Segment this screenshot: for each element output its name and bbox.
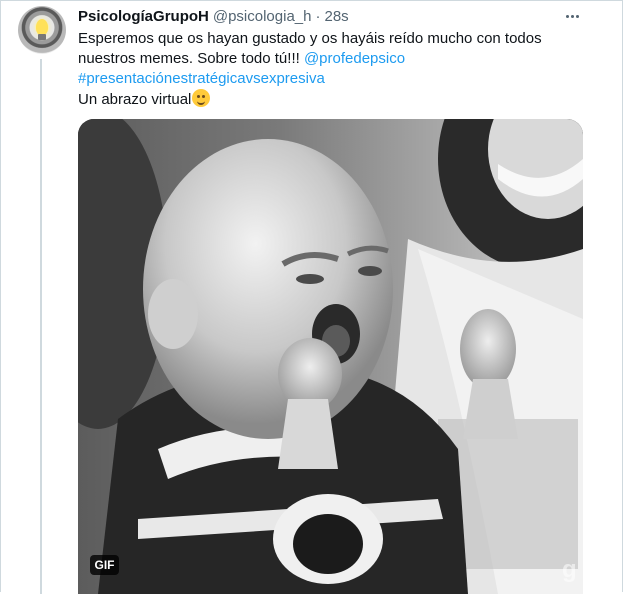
gif-badge: GIF bbox=[90, 555, 119, 575]
tweet-text-fragment: Un abrazo virtual bbox=[78, 91, 192, 108]
tweet-timestamp[interactable]: 28s bbox=[324, 8, 348, 25]
media-watermark: g bbox=[562, 556, 577, 583]
lightbulb-icon bbox=[36, 19, 48, 35]
hashtag-link[interactable]: #presentaciónestratégicavsexpresiva bbox=[78, 70, 325, 87]
gif-media[interactable]: GIF g bbox=[78, 119, 583, 594]
more-dot bbox=[570, 14, 574, 18]
mention-link[interactable]: @profedepsico bbox=[304, 50, 405, 67]
thread-line bbox=[40, 59, 42, 594]
tweet-text-line: Un abrazo virtual bbox=[78, 89, 578, 110]
tweet-text-fragment: nuestros memes. Sobre todo tú!!! bbox=[78, 50, 304, 67]
lightbulb-base bbox=[38, 34, 46, 40]
tweet-text-line: nuestros memes. Sobre todo tú!!! @profed… bbox=[78, 49, 578, 69]
tweet-text-line: Esperemos que os hayan gustado y os hayá… bbox=[78, 30, 542, 47]
more-dots-icon bbox=[565, 14, 569, 18]
tweet-card[interactable]: PsicologíaGrupoH @psicologia_h · 28s Esp… bbox=[0, 0, 623, 594]
more-dot bbox=[575, 14, 579, 18]
gif-frame-image bbox=[78, 119, 583, 594]
tweet-text: Esperemos que os hayan gustado y os hayá… bbox=[78, 29, 578, 110]
tweet-text-line: #presentaciónestratégicavsexpresiva bbox=[78, 69, 578, 89]
author-handle[interactable]: @psicologia_h bbox=[213, 8, 312, 25]
author-name[interactable]: PsicologíaGrupoH bbox=[78, 8, 209, 25]
more-options-button[interactable] bbox=[561, 6, 583, 26]
tweet-header: PsicologíaGrupoH @psicologia_h · 28s bbox=[78, 6, 349, 26]
smiling-face-emoji-icon bbox=[192, 89, 211, 107]
separator-dot: · bbox=[315, 7, 321, 25]
profile-avatar[interactable] bbox=[18, 6, 66, 54]
